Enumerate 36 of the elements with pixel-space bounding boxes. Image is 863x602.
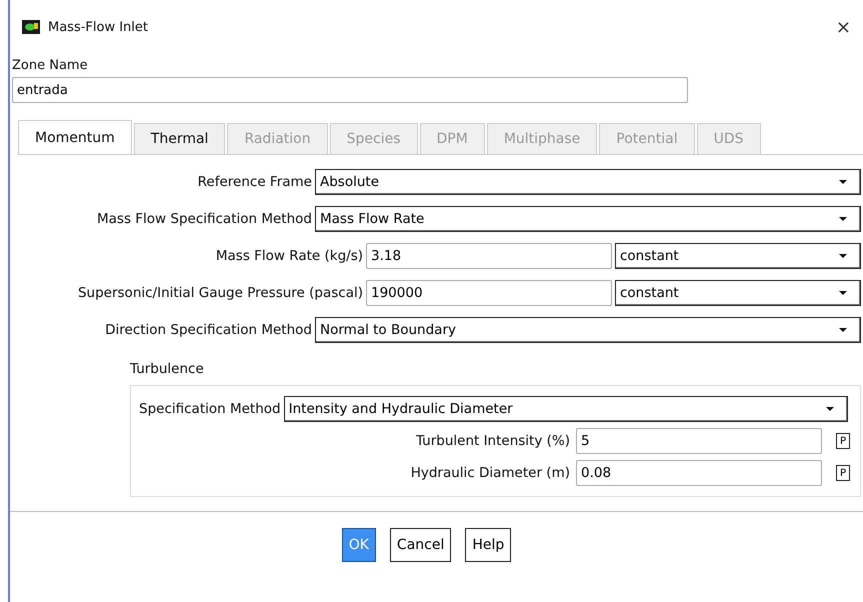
field-label: Reference Frame [196, 174, 313, 190]
dropdown[interactable]: constant [615, 280, 861, 306]
dropdown-arrow-icon [838, 290, 848, 296]
dropdown-arrow-icon [838, 327, 848, 333]
dropdown-arrow-icon [838, 253, 848, 259]
input-field[interactable]: 0.08 [576, 460, 822, 486]
field-label: Mass Flow Specification Method [96, 211, 313, 227]
dropdown-arrow-icon [825, 406, 835, 412]
dropdown[interactable]: Intensity and Hydraulic Diameter [284, 396, 848, 422]
window-title: Mass-Flow Inlet [48, 20, 150, 34]
tab[interactable]: Momentum [18, 120, 132, 154]
dropdown[interactable]: Mass Flow Rate [315, 206, 861, 232]
dropdown[interactable]: Normal to Boundary [315, 317, 861, 343]
parameter-button[interactable]: P [836, 433, 850, 449]
field-label: Turbulent Intensity (%) [416, 433, 571, 449]
dialog-button[interactable]: Help [465, 528, 512, 562]
app-icon [22, 20, 40, 34]
input-field[interactable]: 5 [576, 428, 822, 454]
close-button[interactable]: × [832, 16, 855, 38]
parameter-button[interactable]: P [836, 465, 850, 481]
dropdown[interactable]: Absolute [315, 169, 861, 195]
turbulence-label: Turbulence [130, 361, 205, 377]
field-label: Direction Specification Method [104, 322, 313, 338]
zone-name-label: Zone Name [11, 57, 89, 73]
field-label: Supersonic/Initial Gauge Pressure (pascal) [76, 285, 364, 301]
tab[interactable]: Thermal [134, 123, 226, 154]
dialog-button[interactable]: Cancel [390, 528, 452, 562]
dropdown-arrow-icon [838, 179, 848, 185]
field-label: Mass Flow Rate (kg/s) [214, 248, 364, 264]
zone-name-field[interactable]: entrada [12, 77, 688, 103]
field-label: Hydraulic Diameter (m) [410, 465, 571, 481]
input-field[interactable]: 190000 [366, 280, 612, 306]
dropdown[interactable]: constant [615, 243, 861, 269]
input-field[interactable]: 3.18 [366, 243, 612, 269]
dropdown-arrow-icon [838, 216, 848, 222]
field-label: Specification Method [139, 401, 282, 417]
